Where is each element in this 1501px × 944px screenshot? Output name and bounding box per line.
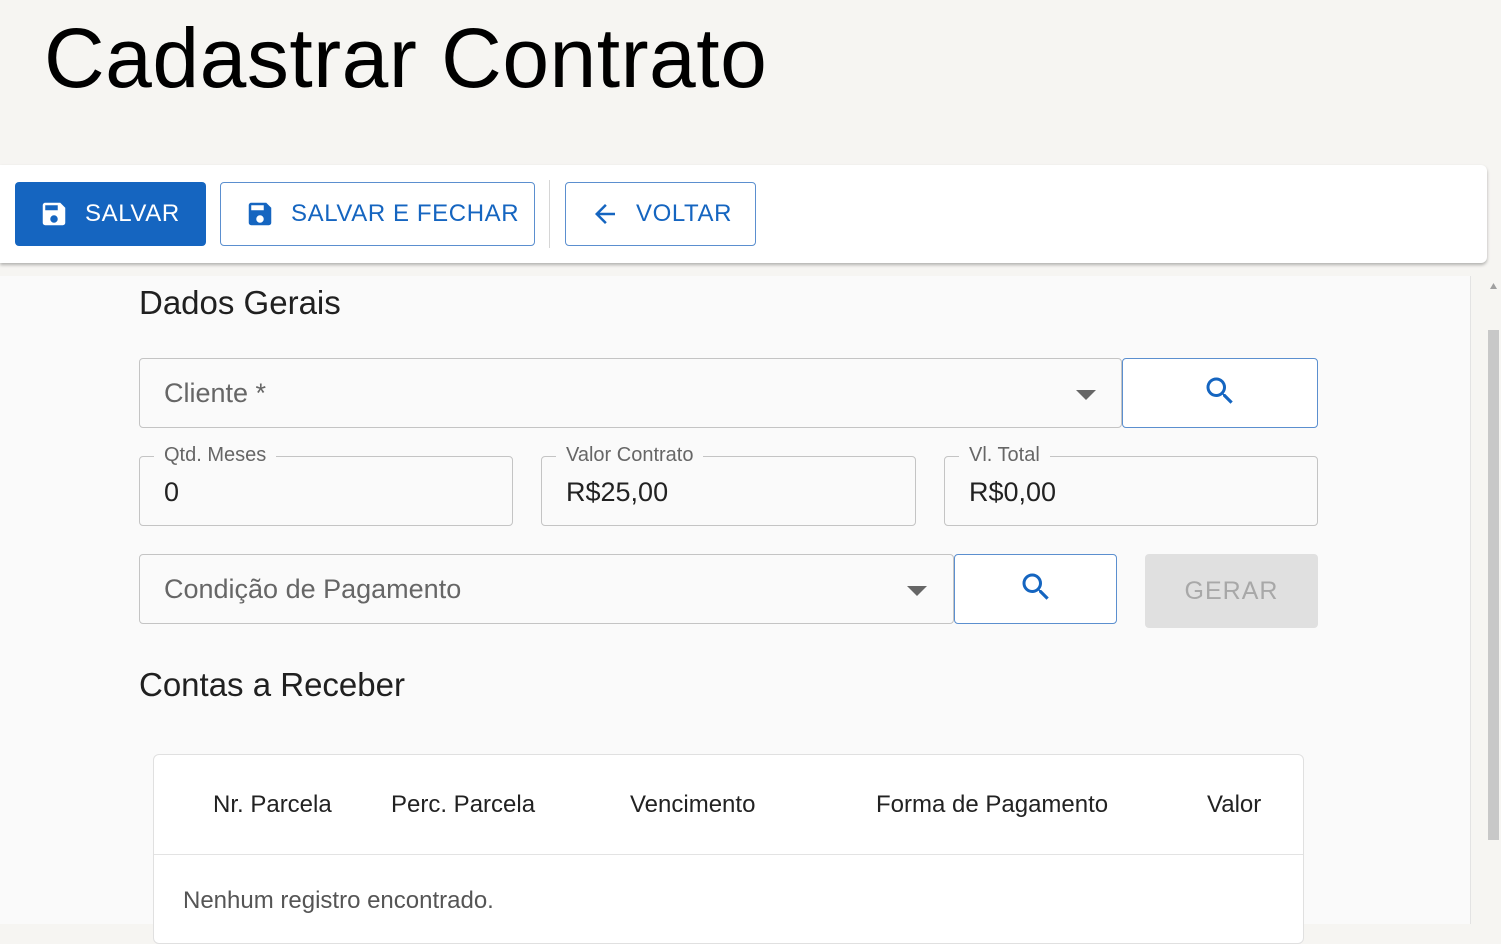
cliente-placeholder: Cliente * (164, 378, 267, 408)
condicao-pagamento-select[interactable]: Condição de Pagamento (139, 554, 954, 624)
valor-contrato-field[interactable]: Valor Contrato R$25,00 (541, 444, 916, 526)
valor-contrato-label: Valor Contrato (556, 444, 704, 467)
condicao-search-button[interactable] (954, 554, 1117, 624)
scroll-thumb[interactable] (1488, 330, 1499, 840)
save-and-close-label: SALVAR E FECHAR (291, 200, 520, 227)
column-header-nr-parcela[interactable]: Nr. Parcela (213, 791, 332, 819)
column-header-perc-parcela[interactable]: Perc. Parcela (391, 791, 535, 819)
search-icon (1018, 569, 1054, 610)
contas-receber-table: Nr. Parcela Perc. Parcela Vencimento For… (153, 754, 1304, 944)
cliente-search-button[interactable] (1122, 358, 1318, 428)
chevron-down-icon[interactable] (1076, 390, 1096, 400)
valor-total-field[interactable]: Vl. Total R$0,00 (944, 444, 1318, 526)
save-and-close-button[interactable]: SALVAR E FECHAR (220, 182, 535, 246)
section-title-contas-receber: Contas a Receber (139, 666, 405, 703)
page-title: Cadastrar Contrato (44, 11, 768, 105)
qtd-meses-value[interactable]: 0 (164, 477, 179, 508)
back-button[interactable]: VOLTAR (565, 182, 756, 246)
qtd-meses-label: Qtd. Meses (154, 444, 277, 467)
qtd-meses-field[interactable]: Qtd. Meses 0 (139, 444, 513, 526)
column-header-vencimento[interactable]: Vencimento (630, 791, 755, 819)
empty-message: Nenhum registro encontrado. (183, 887, 494, 914)
valor-total-label: Vl. Total (959, 444, 1050, 467)
save-icon (39, 199, 69, 229)
back-button-label: VOLTAR (636, 200, 733, 227)
valor-contrato-value[interactable]: R$25,00 (566, 477, 668, 508)
toolbar-divider (549, 180, 550, 248)
column-header-forma-pagamento[interactable]: Forma de Pagamento (876, 791, 1108, 819)
save-button-label: SALVAR (85, 200, 180, 227)
toolbar: SALVAR SALVAR E FECHAR VOLTAR (0, 165, 1487, 263)
section-title-dados-gerais: Dados Gerais (139, 284, 341, 321)
arrow-left-icon (590, 199, 620, 229)
cliente-select[interactable]: Cliente * (139, 358, 1122, 428)
scroll-up-icon[interactable] (1488, 280, 1499, 292)
search-icon (1202, 373, 1238, 414)
scrollbar[interactable] (1471, 276, 1501, 924)
save-button[interactable]: SALVAR (15, 182, 206, 246)
table-divider (154, 854, 1303, 855)
column-header-valor[interactable]: Valor (1207, 791, 1261, 819)
gerar-button[interactable]: GERAR (1145, 554, 1318, 628)
condicao-pagamento-placeholder: Condição de Pagamento (164, 574, 462, 604)
chevron-down-icon[interactable] (907, 586, 927, 596)
valor-total-value[interactable]: R$0,00 (969, 477, 1056, 508)
save-icon (245, 199, 275, 229)
